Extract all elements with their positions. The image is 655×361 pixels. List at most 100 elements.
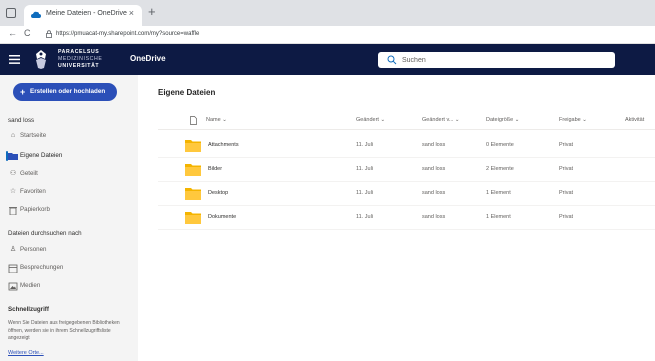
file-modified-by: sand loss (422, 166, 446, 172)
nav-item-geteilt[interactable]: ⚇ Geteilt (0, 165, 138, 183)
nav-item-label: Favoriten (20, 188, 46, 195)
browse-section-title: Dateien durchsuchen nach (8, 230, 82, 237)
reload-icon[interactable]: C (24, 28, 31, 38)
sort-icon: ⌄ (514, 117, 520, 123)
file-size: 0 Elemente (486, 142, 514, 148)
column-label: Name (206, 117, 221, 123)
table-row[interactable]: Desktop 11. Juli sand loss 1 Element Pri… (158, 182, 655, 206)
file-type-icon[interactable] (190, 116, 197, 125)
org-line3: UNIVERSITÄT (58, 63, 100, 69)
file-name[interactable]: Desktop (208, 190, 228, 196)
person-icon: ♙ (9, 246, 17, 253)
nav-item-label: Medien (20, 282, 41, 289)
column-label: Geändert (356, 117, 379, 123)
file-sharing: Privat (559, 142, 574, 148)
file-modified-by: sand loss (422, 214, 446, 220)
file-name[interactable]: Attachments (208, 142, 239, 148)
column-label: Aktivität (625, 117, 645, 123)
folder-icon (185, 212, 201, 224)
org-line1: PARACELSUS (58, 49, 100, 55)
suite-header: PARACELSUS MEDIZINISCHE UNIVERSITÄT OneD… (0, 44, 655, 75)
file-size: 2 Elemente (486, 166, 514, 172)
lock-icon[interactable] (46, 30, 52, 38)
app-launcher-icon[interactable] (9, 54, 20, 65)
folder-icon (8, 153, 18, 160)
quick-access-description: Wenn Sie Dateien aus freigegebenen Bibli… (8, 320, 120, 341)
table-row[interactable]: Attachments 11. Juli sand loss 0 Element… (158, 134, 655, 158)
nav-item-favoriten[interactable]: ☆ Favoriten (0, 183, 138, 201)
url-field[interactable]: https://pmuacat-my.sharepoint.com/my?sou… (56, 31, 199, 37)
tab-close-icon[interactable]: × (129, 8, 134, 18)
file-sharing: Privat (559, 214, 574, 220)
nav-item-label: Papierkorb (20, 206, 50, 213)
file-modified: 11. Juli (356, 142, 374, 148)
tab-actions-icon[interactable] (6, 8, 16, 18)
nav-item-personen[interactable]: ♙ Personen (0, 241, 138, 259)
app-name[interactable]: OneDrive (130, 54, 166, 63)
org-name: PARACELSUS MEDIZINISCHE UNIVERSITÄT (58, 49, 102, 70)
search-box[interactable] (378, 52, 615, 68)
column-label: Freigabe (559, 117, 581, 123)
nav-item-label: Startseite (20, 132, 47, 139)
folder-icon (185, 164, 201, 176)
image-icon (8, 282, 18, 291)
new-tab-button[interactable]: + (148, 5, 156, 19)
address-bar: ← C https://pmuacat-my.sharepoint.com/my… (0, 26, 655, 44)
file-sharing: Privat (559, 166, 574, 172)
people-icon: ⚇ (9, 170, 17, 177)
search-icon (387, 55, 397, 65)
nav-item-label: Personen (20, 246, 47, 253)
folder-icon (185, 140, 201, 152)
onedrive-cloud-icon (31, 11, 41, 18)
browser-tab-bar: Meine Dateien - OneDrive × + (0, 0, 655, 26)
file-name[interactable]: Bilder (208, 166, 222, 172)
sort-icon: ⌄ (380, 117, 386, 123)
back-icon[interactable]: ← (8, 28, 17, 38)
file-size: 1 Element (486, 190, 511, 196)
file-modified-by: sand loss (422, 190, 446, 196)
column-label: Dateigröße (486, 117, 514, 123)
star-icon: ☆ (9, 188, 17, 195)
column-header-name[interactable]: Name ⌄ (206, 117, 227, 123)
home-icon: ⌂ (10, 132, 16, 139)
file-modified-by: sand loss (422, 142, 446, 148)
column-header-activity[interactable]: Aktivität (625, 117, 644, 123)
left-navigation: + Erstellen oder hochladen sand loss ⌂ S… (0, 75, 138, 361)
file-modified: 11. Juli (356, 214, 374, 220)
quick-access-title: Schnellzugriff (8, 306, 49, 313)
nav-item-besprechungen[interactable]: Besprechungen (0, 259, 138, 277)
column-header-size[interactable]: Dateigröße ⌄ (486, 117, 519, 123)
sort-icon: ⌄ (222, 117, 227, 123)
nav-item-label: Besprechungen (20, 264, 64, 271)
browser-tab[interactable]: Meine Dateien - OneDrive × (24, 5, 142, 26)
file-sharing: Privat (559, 190, 574, 196)
column-label: Geändert v... (422, 117, 454, 123)
nav-item-startseite[interactable]: ⌂ Startseite (0, 127, 138, 145)
table-row[interactable]: Dokumente 11. Juli sand loss 1 Element P… (158, 206, 655, 230)
nav-user-name: sand loss (8, 117, 35, 124)
column-header-modified[interactable]: Geändert ⌄ (356, 117, 385, 123)
search-input[interactable] (402, 52, 602, 68)
university-logo (36, 50, 46, 69)
file-size: 1 Element (486, 214, 511, 220)
file-name[interactable]: Dokumente (208, 214, 236, 220)
calendar-icon (8, 264, 18, 273)
tab-title: Meine Dateien - OneDrive (46, 10, 127, 17)
nav-item-medien[interactable]: Medien (0, 277, 138, 295)
nav-item-papierkorb[interactable]: Papierkorb (0, 201, 138, 219)
column-header-sharing[interactable]: Freigabe ⌄ (559, 117, 587, 123)
sort-icon: ⌄ (454, 117, 460, 123)
file-modified: 11. Juli (356, 166, 374, 172)
nav-item-label: Geteilt (20, 170, 38, 177)
table-row[interactable]: Bilder 11. Juli sand loss 2 Elemente Pri… (158, 158, 655, 182)
more-places-link[interactable]: Weitere Orte... (8, 350, 44, 356)
create-upload-label: Erstellen oder hochladen (30, 88, 106, 95)
file-list-header: Name ⌄ Geändert ⌄ Geändert v... ⌄ Dateig… (158, 112, 655, 130)
folder-icon (185, 188, 201, 200)
nav-item-eigene-dateien[interactable]: Eigene Dateien (0, 147, 138, 165)
create-upload-button[interactable]: + Erstellen oder hochladen (13, 83, 117, 101)
org-line2: MEDIZINISCHE (58, 56, 103, 62)
page-title: Eigene Dateien (158, 88, 216, 97)
file-modified: 11. Juli (356, 190, 374, 196)
column-header-modified-by[interactable]: Geändert v... ⌄ (422, 117, 460, 123)
